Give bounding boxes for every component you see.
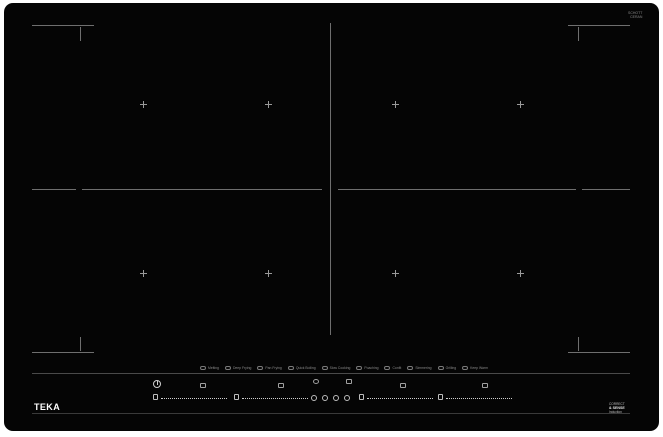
- zone-function-icon[interactable]: [482, 383, 488, 388]
- glass-brand-mark: SCHOTT CERAN: [628, 11, 643, 19]
- cooking-modes-bar: Melting Deep Frying Pan Frying Quick Boi…: [200, 366, 488, 370]
- zone-divider-horizontal-right: [582, 189, 630, 190]
- zone-function-icon[interactable]: [400, 383, 406, 388]
- control-panel-separator: [32, 373, 630, 374]
- pan-frying-icon: [257, 366, 264, 370]
- corner-mark: [32, 352, 94, 353]
- mode-keep-warm[interactable]: Keep Warm: [462, 366, 488, 370]
- zone-function-icon[interactable]: [278, 383, 284, 388]
- timer-icon[interactable]: [313, 379, 319, 384]
- cooking-zone-rear-left[interactable]: [32, 23, 322, 189]
- power-slider-left-1[interactable]: [161, 398, 227, 400]
- power-slider-right-2[interactable]: [446, 398, 512, 400]
- zone-center-mark: [140, 270, 147, 277]
- mode-pan-frying[interactable]: Pan Frying: [257, 366, 282, 370]
- zone-divider-horizontal-left: [32, 189, 76, 190]
- quick-boiling-icon: [287, 366, 294, 370]
- timer-plus-button[interactable]: [333, 395, 339, 401]
- bottom-edge-line: [32, 413, 630, 414]
- zone-center-mark: [265, 270, 272, 277]
- corner-mark: [80, 27, 81, 41]
- power-slider-right-1[interactable]: [367, 398, 433, 400]
- grilling-icon: [437, 366, 444, 370]
- corner-mark: [568, 25, 630, 26]
- corner-mark: [568, 352, 630, 353]
- simmering-icon: [407, 366, 414, 370]
- zone-center-mark: [517, 270, 524, 277]
- corner-mark: [578, 27, 579, 41]
- zone-divider-vertical: [330, 23, 331, 335]
- zone-select-icon[interactable]: [438, 394, 443, 400]
- power-slider-left-2[interactable]: [242, 398, 308, 400]
- sense-badge: CORRECT & SENSE Induction: [609, 402, 625, 414]
- zone-center-mark: [140, 101, 147, 108]
- corner-mark: [578, 337, 579, 351]
- poaching-icon: [356, 366, 363, 370]
- plus-button[interactable]: [344, 395, 350, 401]
- confit-icon: [384, 366, 391, 370]
- zone-divider-horizontal-right: [338, 189, 576, 190]
- cooking-zone-front-right[interactable]: [334, 191, 630, 356]
- mode-deep-frying[interactable]: Deep Frying: [224, 366, 251, 370]
- zone-divider-horizontal-left: [82, 189, 322, 190]
- slow-cooking-icon: [321, 366, 328, 370]
- cooking-zone-rear-right[interactable]: [334, 23, 630, 189]
- cooking-zone-front-left[interactable]: [32, 191, 322, 356]
- brand-logo: TEKA: [34, 402, 61, 412]
- zone-function-icon[interactable]: [200, 383, 206, 388]
- zone-center-mark: [265, 101, 272, 108]
- mode-quick-boiling[interactable]: Quick Boiling: [287, 366, 316, 370]
- minus-button[interactable]: [311, 395, 317, 401]
- power-icon[interactable]: [153, 380, 161, 388]
- timer-minus-button[interactable]: [322, 395, 328, 401]
- zone-select-icon[interactable]: [234, 394, 239, 400]
- mode-grilling[interactable]: Grilling: [437, 366, 456, 370]
- mode-slow-cooking[interactable]: Slow Cooking: [321, 366, 350, 370]
- mode-poaching[interactable]: Poaching: [356, 366, 378, 370]
- zone-select-icon[interactable]: [359, 394, 364, 400]
- induction-cooktop: SCHOTT CERAN Melting Deep Frying Pan Fry…: [4, 3, 659, 431]
- lock-icon[interactable]: [346, 379, 352, 384]
- melting-icon: [200, 366, 206, 370]
- deep-frying-icon: [224, 366, 231, 370]
- mode-confit[interactable]: Confit: [384, 366, 401, 370]
- corner-mark: [32, 25, 94, 26]
- mode-simmering[interactable]: Simmering: [407, 366, 432, 370]
- mode-melting[interactable]: Melting: [200, 366, 219, 370]
- zone-select-icon[interactable]: [153, 394, 158, 400]
- corner-mark: [80, 337, 81, 351]
- zone-center-mark: [392, 101, 399, 108]
- zone-center-mark: [392, 270, 399, 277]
- zone-center-mark: [517, 101, 524, 108]
- keep-warm-icon: [462, 366, 469, 370]
